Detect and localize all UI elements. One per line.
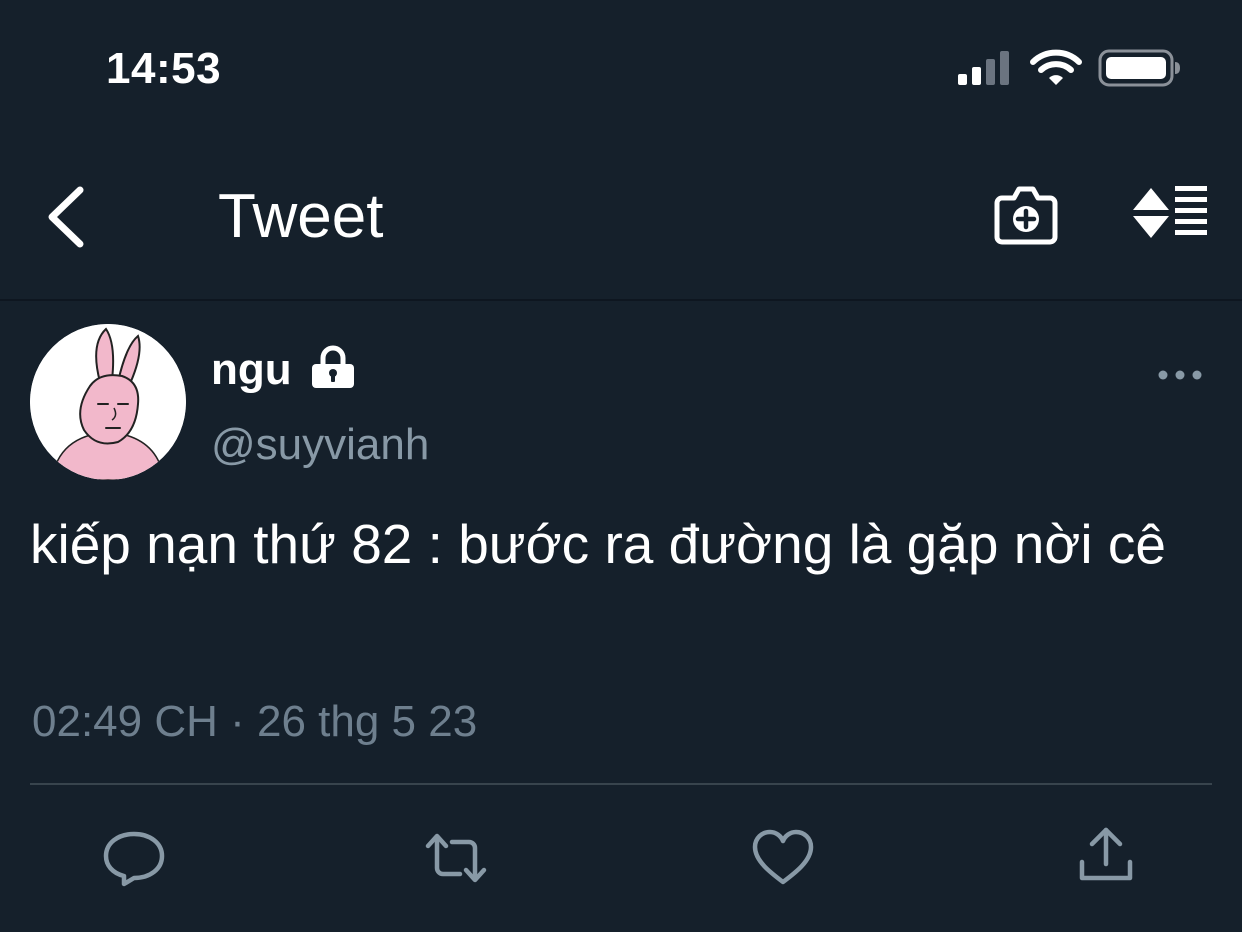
page-title: Tweet <box>218 182 384 251</box>
more-horizontal-icon <box>1158 370 1202 380</box>
retweet-button[interactable] <box>424 826 488 890</box>
reply-icon <box>103 831 165 887</box>
sort-button[interactable] <box>1130 184 1210 244</box>
more-options-button[interactable] <box>1154 360 1206 390</box>
camera-plus-button[interactable] <box>994 184 1058 246</box>
retweet-icon <box>425 833 487 883</box>
content-divider <box>30 783 1212 785</box>
back-button[interactable] <box>38 182 98 252</box>
tweet-text: kiếp nạn thứ 82 : bước ra đường là gặp n… <box>30 513 1166 575</box>
user-handle[interactable]: @suyvianh <box>211 418 429 472</box>
like-button[interactable] <box>751 826 815 890</box>
nav-divider <box>0 299 1242 301</box>
like-icon <box>752 829 814 885</box>
sort-icon <box>1133 186 1207 238</box>
share-button[interactable] <box>1074 824 1138 888</box>
signal-icon <box>958 51 1009 85</box>
battery-icon <box>1098 49 1180 87</box>
share-icon <box>1079 827 1133 881</box>
wifi-icon <box>1030 49 1082 85</box>
status-time: 14:53 <box>106 44 222 93</box>
lock-icon <box>312 345 354 388</box>
camera-plus-icon <box>994 186 1058 245</box>
reply-button[interactable] <box>102 826 166 890</box>
avatar[interactable] <box>30 324 186 480</box>
tweet-timestamp[interactable]: 02:49 CH · 26 thg 5 23 <box>32 694 477 750</box>
display-name[interactable]: ngu <box>211 343 292 397</box>
